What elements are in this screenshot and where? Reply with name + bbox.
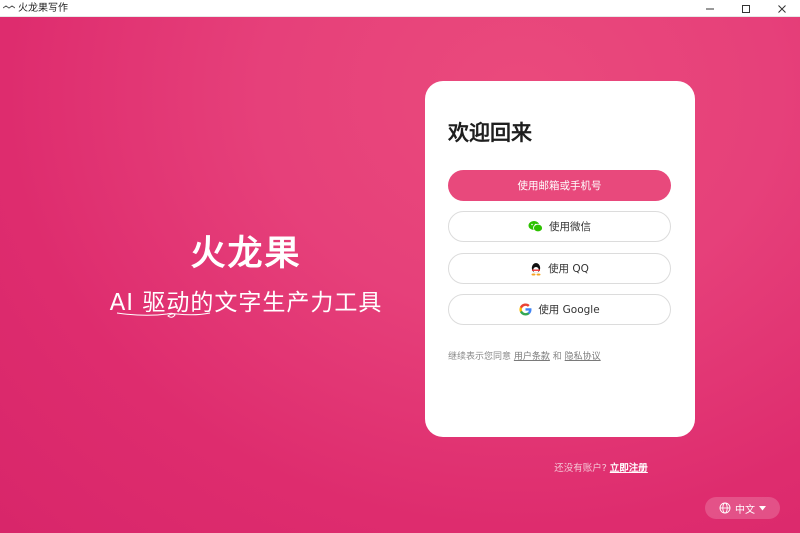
- slogan-underline-decoration: [116, 312, 211, 318]
- globe-icon: [719, 502, 731, 514]
- minimize-icon: [706, 8, 714, 9]
- qq-icon: [530, 262, 542, 276]
- maximize-icon: [742, 4, 750, 13]
- window-title: 火龙果写作: [18, 2, 68, 14]
- wechat-icon: [528, 220, 543, 233]
- close-icon: [778, 4, 786, 13]
- wechat-login-label: 使用微信: [549, 221, 591, 233]
- google-login-label: 使用 Google: [538, 304, 600, 316]
- login-card: 欢迎回来 使用邮箱或手机号 使用微信 使用 QQ 使用 Google 继续表示您…: [425, 81, 695, 437]
- terms-link[interactable]: 用户条款: [514, 352, 550, 362]
- google-login-button[interactable]: 使用 Google: [448, 294, 671, 325]
- title-bar: 火龙果写作: [0, 0, 800, 17]
- privacy-link[interactable]: 隐私协议: [565, 352, 601, 362]
- legal-and: 和: [552, 352, 562, 362]
- language-selector[interactable]: 中文: [705, 497, 780, 519]
- signup-prompt-text: 还没有账户?: [554, 463, 607, 474]
- maximize-button[interactable]: [728, 0, 764, 17]
- qq-login-button[interactable]: 使用 QQ: [448, 253, 671, 284]
- login-heading: 欢迎回来: [448, 121, 532, 145]
- legal-prefix: 继续表示您同意: [448, 352, 512, 362]
- brand-slogan: AI 驱动的文字生产力工具: [109, 290, 383, 316]
- email-phone-login-label: 使用邮箱或手机号: [517, 180, 602, 192]
- minimize-button[interactable]: [692, 0, 728, 17]
- signup-link[interactable]: 立即注册: [610, 463, 648, 474]
- app-icon: [3, 3, 15, 13]
- language-label: 中文: [735, 504, 755, 516]
- close-button[interactable]: [764, 0, 800, 17]
- email-phone-login-button[interactable]: 使用邮箱或手机号: [448, 170, 671, 201]
- window-controls: [692, 0, 800, 17]
- google-icon: [519, 303, 532, 316]
- wechat-login-button[interactable]: 使用微信: [448, 211, 671, 242]
- signup-prompt: 还没有账户? 立即注册: [425, 460, 777, 474]
- qq-login-label: 使用 QQ: [548, 263, 589, 275]
- legal-notice: 继续表示您同意 用户条款 和 隐私协议: [448, 349, 601, 362]
- brand-name: 火龙果: [190, 234, 302, 274]
- caret-down-icon: [759, 505, 766, 510]
